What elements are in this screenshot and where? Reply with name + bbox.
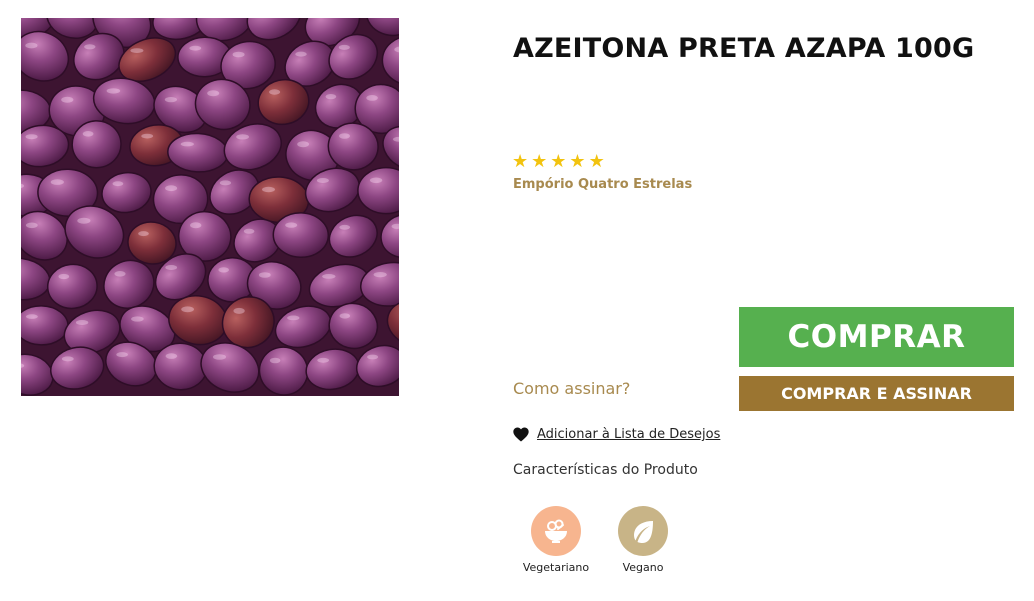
star-icon: ★ bbox=[531, 151, 548, 172]
feature-vegan: Vegano bbox=[598, 506, 688, 574]
feature-label: Vegetariano bbox=[522, 561, 590, 574]
star-icon: ★ bbox=[588, 151, 605, 172]
star-icon: ★ bbox=[569, 151, 586, 172]
star-icon: ★ bbox=[550, 151, 567, 172]
brand-link[interactable]: Empório Quatro Estrelas bbox=[513, 177, 692, 192]
product-image[interactable] bbox=[21, 18, 399, 396]
how-to-subscribe-link[interactable]: Como assinar? bbox=[513, 379, 630, 398]
product-title: AZEITONA PRETA AZAPA 100G bbox=[513, 33, 975, 64]
buy-and-subscribe-button[interactable]: COMPRAR E ASSINAR bbox=[739, 376, 1014, 411]
feature-label: Vegano bbox=[622, 561, 664, 574]
product-features-heading: Características do Produto bbox=[513, 462, 698, 478]
buy-button[interactable]: COMPRAR bbox=[739, 307, 1014, 367]
olives-photo bbox=[21, 18, 399, 396]
add-to-wishlist-link[interactable]: Adicionar à Lista de Desejos bbox=[513, 427, 720, 442]
wishlist-label: Adicionar à Lista de Desejos bbox=[537, 427, 721, 442]
leaf-icon bbox=[618, 506, 668, 556]
star-icon: ★ bbox=[512, 151, 529, 172]
rating-stars: ★ ★ ★ ★ ★ bbox=[512, 152, 605, 172]
salad-bowl-icon bbox=[531, 506, 581, 556]
heart-icon bbox=[513, 427, 529, 442]
feature-vegetarian: Vegetariano bbox=[511, 506, 601, 574]
